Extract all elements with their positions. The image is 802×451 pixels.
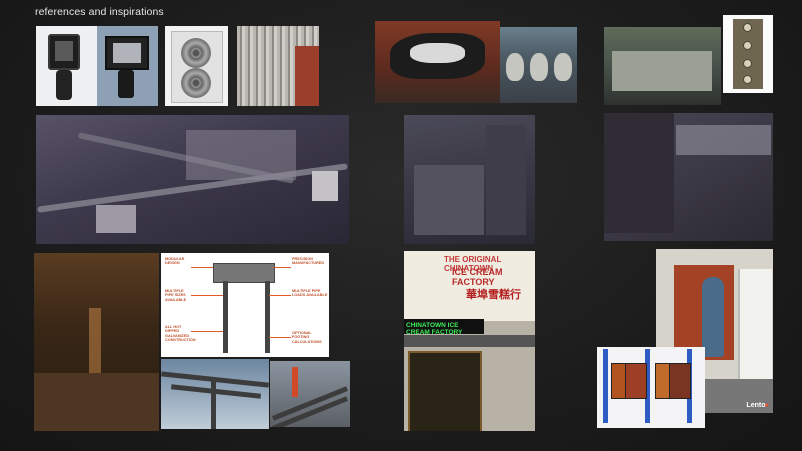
- neon-sign: CHINATOWN ICE CREAM FACTORY: [406, 322, 463, 336]
- canvas-image: [723, 15, 773, 93]
- label-footing: OPTIONAL FOOTING CALCULATIONS: [292, 331, 322, 344]
- truss-photo-1: [161, 359, 269, 429]
- label-precision-manufactured: PRECISION MANUFACTURED: [292, 257, 325, 266]
- watermark-logo: Lento▸: [746, 401, 769, 409]
- label-multiple-pipe-loads: MULTIPLE PIPE LOADS AVAILABLE: [292, 289, 328, 298]
- shop-sign-line3: 華埠雪糕行: [466, 289, 521, 301]
- watermark-brand: Lento: [746, 402, 766, 409]
- label-galvanized: ALL HOT DIPPED GALVANIZED CONSTRUCTION: [165, 325, 196, 342]
- label-modular-design: MODULAR DESIGN: [165, 257, 185, 266]
- shop-photo: THE ORIGINAL CHINATOWN ICE CREAM FACTORY…: [404, 251, 535, 431]
- flood-lights-image: [36, 26, 158, 106]
- shop-sign-line2: ICE CREAM FACTORY: [452, 267, 503, 287]
- infographic-image: MODULAR DESIGN PRECISION MANUFACTURED MU…: [161, 253, 329, 357]
- truss-photo-2: [270, 361, 350, 427]
- booth-photo: [597, 347, 705, 428]
- label-multiple-pipe-sizes: MULTIPLE PIPE SIZES AVAILABLE: [165, 289, 187, 302]
- ac-unit-image: [165, 26, 228, 106]
- corrugated-metal-image: [237, 26, 319, 106]
- watermark-accent: ▸: [765, 402, 769, 409]
- graffiti-masks-image: [500, 27, 577, 103]
- alley-photo: [34, 253, 159, 431]
- render-alley-door-image: [404, 115, 535, 244]
- render-pipes-image: [36, 115, 349, 244]
- tarp-image: [604, 27, 721, 105]
- render-shelter-image: [604, 113, 773, 241]
- page-title: references and inspirations: [35, 6, 164, 18]
- graffiti-skull-image: [375, 21, 500, 103]
